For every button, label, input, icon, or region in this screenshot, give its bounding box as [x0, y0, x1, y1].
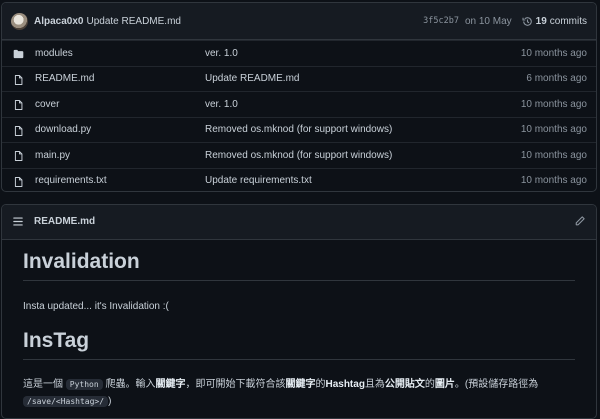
commit-sha[interactable]: 3f5c2b7 [423, 16, 459, 26]
file-name[interactable]: main.py [35, 150, 70, 161]
latest-commit-bar: Alpaca0x0 Update README.md 3f5c2b7 on 10… [2, 3, 596, 40]
bold-keyword: 關鍵字 [285, 379, 316, 390]
file-row[interactable]: cover ver. 1.0 10 months ago [2, 91, 596, 117]
file-icon [14, 74, 23, 85]
file-name[interactable]: README.md [35, 73, 94, 84]
text-segment: ) [108, 396, 112, 407]
paragraph-description: 這是一個 Python 爬蟲。輸入關鍵字，即可開始下載符合該關鍵字的Hashta… [23, 376, 575, 410]
file-browser: Alpaca0x0 Update README.md 3f5c2b7 on 10… [1, 2, 597, 192]
folder-icon [13, 49, 24, 59]
text-segment: 爬蟲。輸入 [105, 379, 156, 390]
file-row[interactable]: main.py Removed os.mknod (for support wi… [2, 142, 596, 168]
bold-keyword: 關鍵字 [155, 379, 186, 390]
history-icon [522, 16, 532, 26]
file-name[interactable]: cover [35, 99, 59, 110]
file-age: 10 months ago [520, 175, 587, 187]
text-segment: ，即可開始下載符合該 [185, 379, 286, 390]
paragraph-invalidation: Insta updated... it's Invalidation :( [23, 301, 169, 312]
commits-count[interactable]: 19 [536, 16, 547, 27]
heading-instag: InsTag [23, 329, 575, 360]
bold-hashtag: Hashtag [325, 379, 365, 390]
readme-panel: README.md Invalidation Insta updated... … [1, 204, 597, 419]
heading-invalidation: Invalidation [23, 250, 575, 281]
file-age: 10 months ago [520, 149, 587, 161]
commit-meta: 3f5c2b7 on 10 May 19 commits [423, 3, 587, 39]
list-icon[interactable] [12, 216, 24, 227]
file-commit-message[interactable]: Update requirements.txt [205, 175, 312, 186]
inline-code-python: Python [65, 379, 103, 390]
bold-images: 圖片 [434, 379, 455, 390]
file-row[interactable]: README.md Update README.md 6 months ago [2, 65, 596, 92]
file-age: 10 months ago [520, 98, 587, 110]
avatar[interactable] [11, 12, 28, 30]
commit-message[interactable]: Update README.md [86, 16, 180, 27]
text-segment: 且為 [364, 379, 385, 390]
text-segment: 的 [315, 379, 326, 390]
file-commit-message[interactable]: ver. 1.0 [205, 48, 238, 59]
bold-public-posts: 公開貼文 [384, 379, 425, 390]
text-segment: 。(預設儲存路徑為 [454, 379, 539, 390]
file-icon [14, 125, 23, 136]
text-segment: 的 [424, 379, 435, 390]
file-commit-message[interactable]: Removed os.mknod (for support windows) [205, 150, 392, 161]
file-commit-message[interactable]: ver. 1.0 [205, 99, 238, 110]
readme-title[interactable]: README.md [34, 216, 95, 227]
file-age: 6 months ago [526, 73, 587, 85]
file-commit-message[interactable]: Update README.md [205, 73, 299, 84]
readme-header: README.md [2, 205, 596, 240]
text-segment: 這是一個 [23, 379, 63, 390]
file-age: 10 months ago [520, 47, 587, 59]
file-age: 10 months ago [520, 124, 587, 136]
file-icon [14, 151, 23, 161]
commit-author[interactable]: Alpaca0x0 [34, 16, 83, 27]
file-row[interactable]: modules ver. 1.0 10 months ago [2, 40, 596, 66]
file-icon [14, 100, 23, 110]
file-name[interactable]: download.py [35, 124, 91, 135]
file-name[interactable]: requirements.txt [35, 175, 107, 186]
commit-date: on 10 May [464, 15, 512, 27]
file-row[interactable]: download.py Removed os.mknod (for suppor… [2, 116, 596, 143]
commits-label[interactable]: commits [550, 16, 587, 27]
pencil-icon[interactable] [574, 215, 586, 227]
file-name[interactable]: modules [35, 48, 73, 59]
file-row[interactable]: requirements.txt Update requirements.txt… [2, 167, 596, 192]
file-icon [14, 176, 23, 187]
file-commit-message[interactable]: Removed os.mknod (for support windows) [205, 124, 392, 135]
inline-code-save-path: /save/<Hashtag>/ [23, 396, 109, 407]
